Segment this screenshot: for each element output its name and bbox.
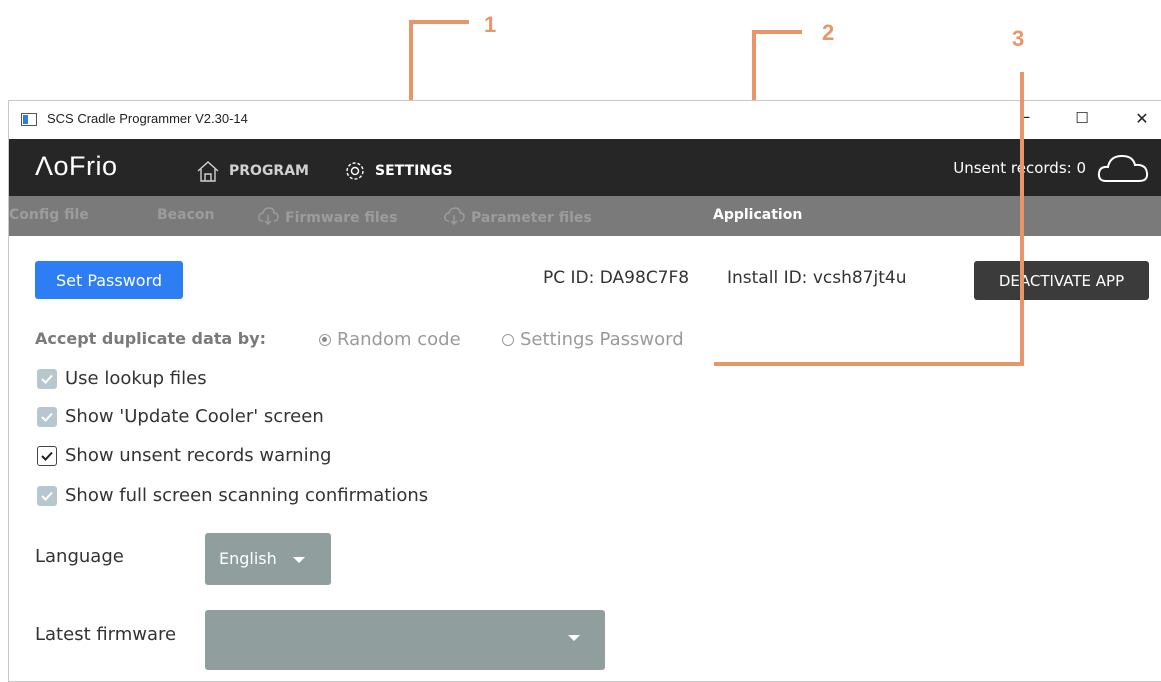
checkbox-label: Show full screen scanning confirmations: [65, 485, 429, 506]
checkbox-checked-icon: [37, 445, 57, 466]
nav-settings-label: SETTINGS: [375, 163, 453, 179]
tab-parameter-files[interactable]: Parameter files: [443, 207, 592, 229]
cloud-download-icon: [257, 207, 279, 229]
nav-program-label: PROGRAM: [229, 163, 309, 179]
radio-settings-password-label: Settings Password: [520, 329, 684, 350]
checkbox-update-cooler-screen[interactable]: Show 'Update Cooler' screen: [37, 406, 324, 427]
annotation-line-2-horizontal: [752, 30, 802, 34]
app-window: SCS Cradle Programmer V2.30-14 – ☐ ✕ ΛoF…: [8, 100, 1161, 682]
tab-application-label: Application: [713, 207, 803, 223]
chevron-down-icon: [293, 557, 305, 563]
radio-unselected-icon: [502, 333, 514, 346]
annotation-line-3-horizontal: [714, 362, 1024, 366]
pc-id: PC ID: DA98C7F8: [543, 268, 690, 288]
checkbox-use-lookup-files[interactable]: Use lookup files: [37, 368, 207, 389]
install-id: Install ID: vcsh87jt4u: [727, 268, 907, 288]
nav-settings[interactable]: SETTINGS: [343, 159, 453, 183]
radio-random-code-label: Random code: [337, 329, 461, 350]
checkbox-unsent-records-warning[interactable]: Show unsent records warning: [37, 445, 331, 466]
set-password-button[interactable]: Set Password: [35, 261, 183, 299]
cloud-icon[interactable]: [1096, 152, 1150, 188]
app-window-icon: [21, 113, 37, 126]
tab-beacon-label: Beacon: [157, 207, 215, 223]
aofrio-logo: ΛoFrio: [35, 151, 118, 181]
tab-config-file[interactable]: Config file: [9, 207, 89, 223]
checkbox-disabled-checked-icon: [37, 485, 57, 506]
tab-firmware-files-label: Firmware files: [285, 210, 398, 226]
annotation-number-3: 3: [1012, 26, 1025, 51]
annotation-line-3-vertical: [1020, 72, 1024, 366]
window-title: SCS Cradle Programmer V2.30-14: [47, 111, 248, 126]
tab-beacon[interactable]: Beacon: [157, 207, 215, 223]
tab-parameter-files-label: Parameter files: [471, 210, 592, 226]
annotation-line-1-horizontal: [409, 20, 469, 24]
checkbox-label: Show unsent records warning: [65, 445, 332, 466]
annotation-number-1: 1: [484, 12, 497, 37]
latest-firmware-select[interactable]: [205, 610, 605, 670]
minimize-button[interactable]: –: [1011, 107, 1041, 127]
tab-config-file-label: Config file: [9, 207, 89, 223]
checkbox-full-screen-confirmations[interactable]: Show full screen scanning confirmations: [37, 485, 428, 506]
latest-firmware-label: Latest firmware: [35, 624, 177, 645]
cloud-download-icon: [443, 207, 465, 229]
annotation-number-2: 2: [822, 20, 835, 45]
close-button[interactable]: ✕: [1127, 109, 1157, 128]
language-select[interactable]: English: [205, 533, 331, 585]
gear-icon: [343, 159, 367, 183]
accept-duplicate-label: Accept duplicate data by:: [35, 329, 267, 348]
title-bar: SCS Cradle Programmer V2.30-14 – ☐ ✕: [9, 101, 1161, 139]
deactivate-app-button[interactable]: DEACTIVATE APP: [974, 261, 1149, 300]
maximize-button[interactable]: ☐: [1067, 109, 1097, 127]
tab-application[interactable]: Application: [713, 207, 802, 223]
checkbox-disabled-checked-icon: [37, 406, 57, 427]
radio-random-code[interactable]: Random code: [319, 329, 461, 350]
radio-selected-icon: [319, 333, 331, 346]
language-select-value: English: [219, 549, 277, 568]
checkbox-label: Use lookup files: [65, 368, 207, 389]
radio-settings-password[interactable]: Settings Password: [502, 329, 684, 350]
settings-subnav: Config file Beacon Firmware files Parame…: [9, 196, 1161, 236]
nav-program[interactable]: PROGRAM: [195, 159, 309, 183]
home-icon: [195, 159, 221, 183]
checkbox-label: Show 'Update Cooler' screen: [65, 406, 324, 427]
app-header: ΛoFrio PROGRAM SETTINGS Unsent records: …: [9, 139, 1161, 196]
tab-firmware-files[interactable]: Firmware files: [257, 207, 398, 229]
checkbox-disabled-checked-icon: [37, 368, 57, 389]
language-label: Language: [35, 546, 124, 567]
chevron-down-icon: [568, 635, 580, 641]
